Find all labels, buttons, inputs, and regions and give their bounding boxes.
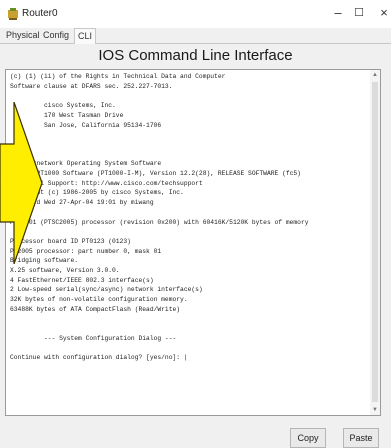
- console-line: 32K bytes of non-volatile configuration …: [10, 296, 188, 304]
- minimize-button[interactable]: –: [329, 5, 347, 21]
- console-line: 4 FastEthernet/IEEE 802.3 interface(s): [10, 276, 154, 284]
- window-title: Router0: [22, 8, 58, 19]
- console-line: Compiled Wed 27-Apr-04 19:01 by miwang: [10, 199, 154, 207]
- console-line: X.25 software, Version 3.0.0.: [10, 267, 120, 275]
- console-line: --- System Configuration Dialog ---: [10, 334, 177, 342]
- console-line: 170 West Tasman Drive: [10, 111, 124, 119]
- console-line: Copyright (c) 1986-2005 by cisco Systems…: [10, 189, 184, 197]
- console-line: 2 Low-speed serial(sync/async) network i…: [10, 286, 203, 294]
- tab-physical[interactable]: Physical: [3, 28, 43, 42]
- scroll-thumb[interactable]: [372, 82, 378, 402]
- console-line: Processor board ID PT0123 (0123): [10, 237, 131, 245]
- console-line: (tm) PT1000 Software (PT1000-I-M), Versi…: [10, 170, 301, 178]
- tab-cli[interactable]: CLI: [74, 28, 97, 44]
- console-scrollbar[interactable]: ▲ ▼: [370, 70, 380, 415]
- console-line: Internetwork Operating System Software: [10, 160, 162, 168]
- yellow-pointer-arrow-icon: [0, 102, 42, 264]
- copy-button[interactable]: Copy: [290, 428, 326, 448]
- console-line: San Jose, California 95134-1706: [10, 121, 162, 129]
- console-line: Technical Support: http://www.cisco.com/…: [10, 179, 203, 187]
- title-bar: Router0 – ☐ ×: [0, 0, 391, 28]
- console-line: PT2005 processor: part number 0, mask 01: [10, 247, 162, 255]
- console-line: Continue with configuration dialog? [yes…: [10, 354, 188, 362]
- scroll-up-arrow-icon[interactable]: ▲: [370, 70, 380, 80]
- console-line: Software clause at DFARS sec. 252.227-70…: [10, 82, 173, 90]
- console-line: 63488K bytes of ATA CompactFlash (Read/W…: [10, 305, 181, 313]
- maximize-button[interactable]: ☐: [350, 5, 368, 21]
- page-title: IOS Command Line Interface: [98, 47, 293, 64]
- console-line: (c) (1) (ii) of the Rights in Technical …: [10, 73, 226, 80]
- console-line: cisco Systems, Inc.: [10, 102, 116, 110]
- paste-button[interactable]: Paste: [343, 428, 379, 448]
- router-app-icon: [8, 8, 18, 20]
- console-line: Bridging software.: [10, 257, 79, 265]
- console-line: PT 1001 (PTSC2005) processor (revision 0…: [10, 218, 309, 226]
- cli-console[interactable]: (c) (1) (ii) of the Rights in Technical …: [5, 69, 381, 416]
- console-output: (c) (1) (ii) of the Rights in Technical …: [10, 72, 370, 363]
- tab-config[interactable]: Config: [40, 28, 72, 42]
- scroll-down-arrow-icon[interactable]: ▼: [370, 405, 380, 415]
- close-button[interactable]: ×: [375, 5, 391, 21]
- tab-bar: Physical Config CLI: [0, 28, 391, 44]
